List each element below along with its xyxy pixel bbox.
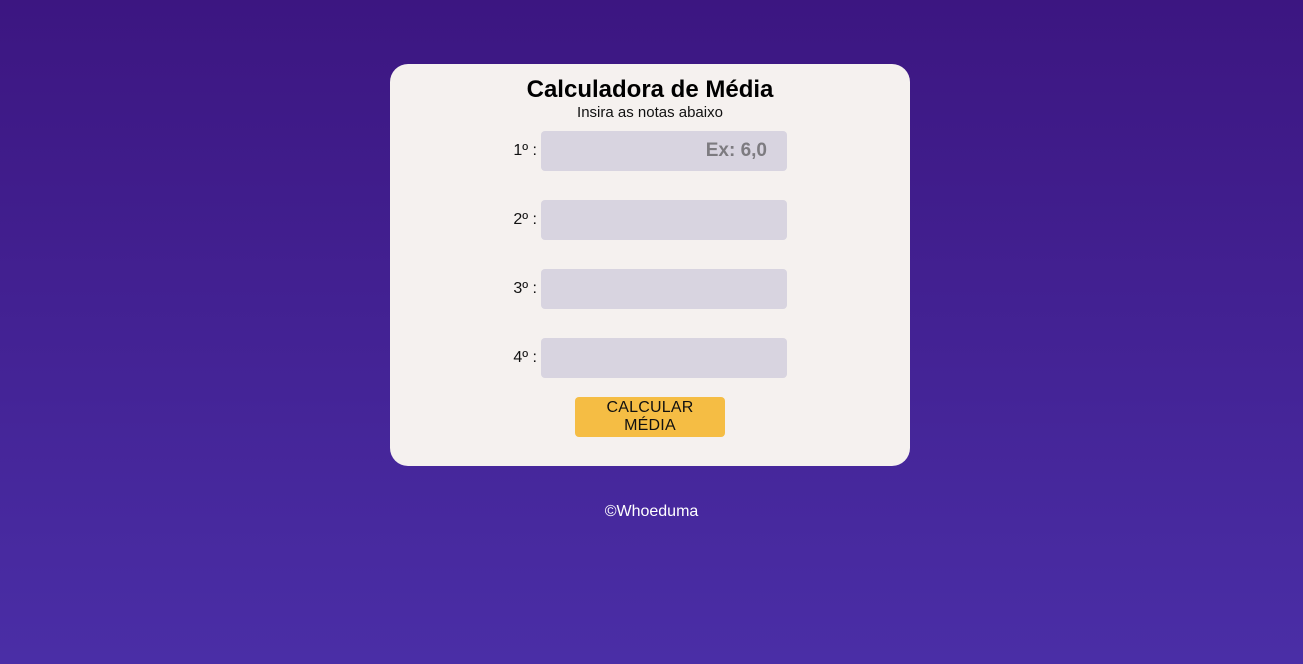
grade-input-1[interactable] xyxy=(541,131,787,171)
grade-row-2: 2º : xyxy=(390,200,910,240)
grade-row-4: 4º : xyxy=(390,338,910,378)
grade-label-4: 4º : xyxy=(513,349,537,366)
grade-row-1: 1º : xyxy=(390,131,910,171)
grade-input-3[interactable] xyxy=(541,269,787,309)
grade-input-4[interactable] xyxy=(541,338,787,378)
calculate-average-button[interactable]: CALCULAR MÉDIA xyxy=(575,397,725,437)
calculator-card: Calculadora de Média Insira as notas aba… xyxy=(390,64,910,466)
grade-label-1: 1º : xyxy=(513,142,537,159)
grade-input-2[interactable] xyxy=(541,200,787,240)
grade-label-2: 2º : xyxy=(513,211,537,228)
grade-label-3: 3º : xyxy=(513,280,537,297)
footer-copyright: ©Whoeduma xyxy=(604,503,699,520)
grade-row-3: 3º : xyxy=(390,269,910,309)
page-subtitle: Insira as notas abaixo xyxy=(577,104,723,121)
page-title: Calculadora de Média xyxy=(526,76,774,103)
